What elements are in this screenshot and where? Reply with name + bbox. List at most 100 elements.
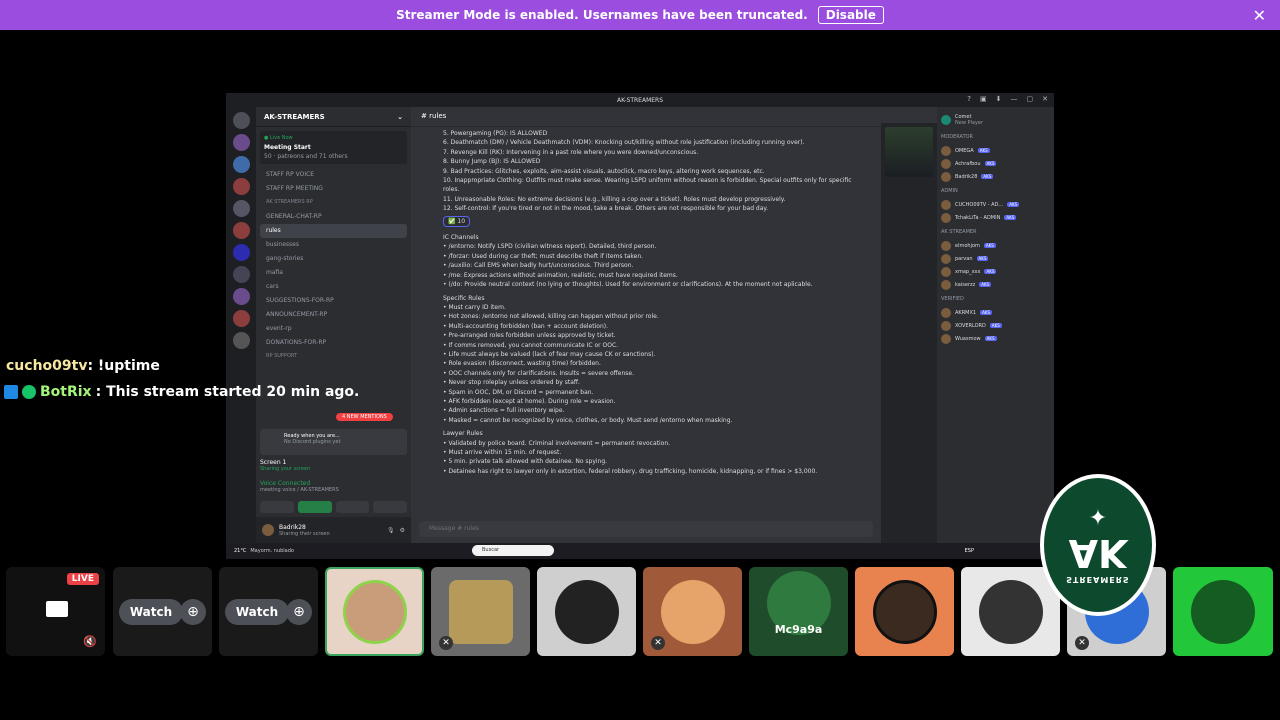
speaker-mute-icon[interactable]: 🔇: [83, 635, 97, 648]
server-tag: AKS: [984, 161, 997, 166]
participant-tile[interactable]: [537, 567, 636, 656]
member-category: AK STREAMER: [941, 229, 977, 235]
server-icon[interactable]: [232, 112, 250, 129]
live-badge: LIVE: [66, 573, 99, 585]
ready-popup[interactable]: Ready when you are... No Discord plugins…: [260, 429, 407, 455]
channel-item[interactable]: DONATIONS-FOR-RP: [256, 336, 411, 350]
rules-line: • Validated by police board. Criminal in…: [443, 439, 671, 447]
server-icon[interactable]: [232, 310, 250, 327]
channel-item[interactable]: rules: [260, 224, 407, 238]
camera-button[interactable]: [260, 501, 294, 513]
server-icon[interactable]: [232, 222, 250, 239]
server-icon[interactable]: [232, 266, 250, 283]
member-row[interactable]: TchakLiTa - ADMIN AKS: [941, 211, 1050, 224]
member-name: AKRMX1: [955, 309, 977, 316]
close-icon[interactable]: ✕: [1253, 6, 1266, 25]
member-row[interactable]: Comet New Player: [941, 111, 1050, 129]
screen-icon[interactable]: ▣: [980, 95, 987, 103]
channel-item[interactable]: STAFF RP VOICE: [256, 168, 411, 182]
member-row[interactable]: parvan AKS: [941, 252, 1050, 265]
member-row[interactable]: XOVERLORD AKS: [941, 319, 1050, 332]
server-icon[interactable]: [232, 156, 250, 173]
activity-button[interactable]: [335, 501, 370, 513]
close-icon[interactable]: ✕: [1042, 95, 1048, 103]
add-stream-icon[interactable]: ⊕: [180, 599, 206, 625]
channel-item[interactable]: gang-stories: [256, 252, 411, 266]
channel-item[interactable]: mafia: [256, 266, 411, 280]
member-row[interactable]: Achrafbou AKS: [941, 157, 1050, 170]
channel-category[interactable]: AK STREAMERS RP: [256, 196, 411, 210]
rules-heading: IC Channels: [443, 234, 479, 242]
taskbar-search[interactable]: Buscar: [472, 545, 554, 556]
channel-item[interactable]: cars: [256, 280, 411, 294]
channel-category[interactable]: RP support: [256, 350, 411, 364]
minimize-icon[interactable]: —: [1011, 95, 1018, 103]
avatar: [262, 524, 274, 536]
watch-button[interactable]: Watch: [119, 599, 183, 625]
member-row[interactable]: elmohjom AKS: [941, 239, 1050, 252]
username: Badrik28: [279, 523, 306, 531]
stream-tile[interactable]: LIVE 🔇: [6, 567, 105, 656]
channel-item[interactable]: GENERAL-CHAT-RP: [256, 210, 411, 224]
message-input[interactable]: Message # rules: [419, 521, 873, 537]
preview-thumbnail[interactable]: [885, 127, 933, 177]
member-row[interactable]: kaiserzz AKS: [941, 278, 1050, 291]
ak-streamers-logo: ✦ AK STREAMERS: [1040, 474, 1156, 616]
avatar: [941, 266, 951, 277]
member-row[interactable]: OMEGA AKS: [941, 144, 1050, 157]
server-icon[interactable]: [232, 200, 250, 217]
language-indicator: ESP: [964, 548, 974, 554]
voice-status[interactable]: Voice Connected: [260, 480, 407, 487]
window-title: AK-STREAMERS: [616, 96, 664, 104]
gear-icon[interactable]: ⚙: [400, 527, 405, 534]
windows-taskbar: 21°C Mayorm. nublado Buscar ESP: [226, 543, 1054, 559]
channel-item[interactable]: SUGGESTIONS-FOR-RP: [256, 294, 411, 308]
participant-tile[interactable]: [1173, 567, 1273, 656]
maximize-icon[interactable]: ▢: [1027, 95, 1034, 103]
rules-line: • Role evasion (disconnect, wasting time…: [443, 360, 601, 368]
channel-item[interactable]: ANNOUNCEMENT-RP: [256, 308, 411, 322]
participant-tile[interactable]: Mc9a9a: [749, 567, 848, 656]
member-row[interactable]: Wuasmow AKS: [941, 332, 1050, 345]
member-row[interactable]: AKRMX1 AKS: [941, 306, 1050, 319]
server-icon[interactable]: [232, 244, 250, 261]
channel-item[interactable]: businesses: [256, 238, 411, 252]
stream-tile[interactable]: Watch ⊕: [219, 567, 318, 656]
channel-item[interactable]: STAFF RP MEETING: [256, 182, 411, 196]
member-row[interactable]: xmap_xxx AKS: [941, 265, 1050, 278]
server-header[interactable]: AK-STREAMERS ⌄: [256, 107, 411, 127]
server-icon[interactable]: [232, 134, 250, 151]
soundboard-button[interactable]: [373, 501, 407, 513]
server-icon[interactable]: [232, 178, 250, 195]
screen-share-button[interactable]: [297, 501, 332, 513]
reaction-pill[interactable]: ✅ 10: [443, 215, 471, 228]
watch-button[interactable]: Watch: [225, 599, 289, 625]
participant-tile[interactable]: [325, 567, 424, 656]
server-tag: AKS: [980, 310, 992, 315]
participant-tile[interactable]: [961, 567, 1060, 656]
popup-sub: No Discord plugins yet: [284, 439, 341, 445]
chat-user: BotRix: [40, 384, 92, 400]
mic-icon[interactable]: 🎙: [387, 527, 395, 534]
member-row[interactable]: CUCHO09TV - AD... AKS: [941, 198, 1050, 211]
server-icon[interactable]: [232, 332, 250, 349]
participant-tile[interactable]: [855, 567, 954, 656]
disable-button[interactable]: Disable: [817, 6, 884, 24]
channel-item[interactable]: event-rp: [256, 322, 411, 336]
chat-text: : This stream started 20 min ago.: [95, 384, 360, 400]
help-icon[interactable]: ?: [967, 95, 971, 103]
live-event-card[interactable]: ● Live Now Meeting Start 50 · patreons a…: [260, 131, 407, 164]
chevron-down-icon: ⌄: [397, 113, 403, 121]
participant-tile[interactable]: ✕: [431, 567, 530, 656]
stream-tile[interactable]: Watch ⊕: [113, 567, 212, 656]
member-row[interactable]: Badrik28 AKS: [941, 170, 1050, 183]
participant-tile[interactable]: ✕: [643, 567, 742, 656]
new-mentions-badge[interactable]: 4 NEW MENTIONS: [336, 413, 393, 421]
avatar: [978, 579, 1043, 644]
add-stream-icon[interactable]: ⊕: [286, 599, 312, 625]
download-icon[interactable]: ⬇: [996, 95, 1002, 103]
user-panel[interactable]: Badrik28 Sharing their screen 🎙 ⚙: [256, 517, 411, 543]
rules-line: 11. Unreasonable Roles: No extreme decis…: [443, 195, 786, 203]
rules-line: • /forzar: Used during car theft; must d…: [443, 252, 644, 260]
server-icon[interactable]: [232, 288, 250, 305]
